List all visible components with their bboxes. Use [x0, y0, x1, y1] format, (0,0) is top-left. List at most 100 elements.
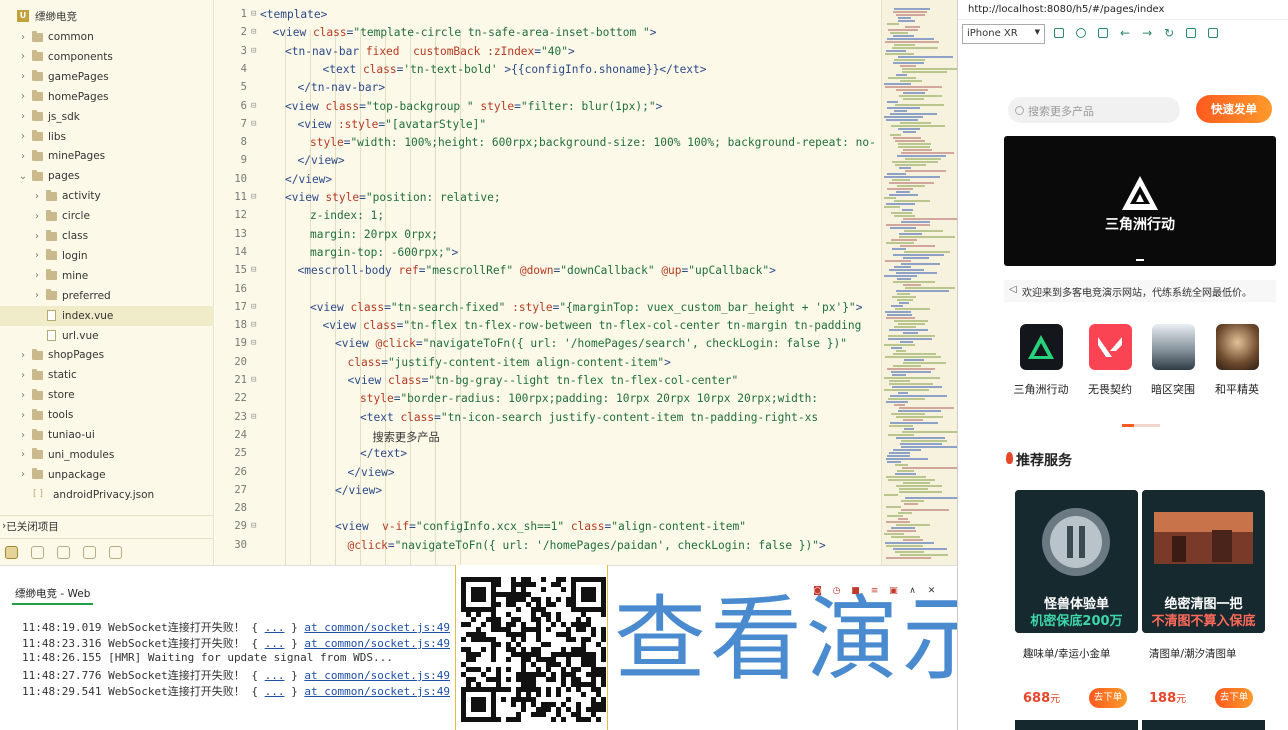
log-object-link[interactable]: ... [265, 637, 285, 650]
code-line[interactable]: <view class="tn-bg-gray--light tn-flex t… [260, 374, 739, 387]
minimap[interactable] [881, 0, 957, 565]
chevron-right-icon[interactable]: › [31, 250, 43, 261]
code-line[interactable]: <tn-nav-bar fixed customBack :zIndex="40… [260, 45, 575, 58]
tree-item[interactable]: › minePages [0, 146, 214, 166]
console-tab[interactable]: 缥缈电竞 - Web [12, 586, 94, 605]
chevron-right-icon[interactable]: › [17, 430, 29, 441]
tree-item[interactable]: ⌄ pages [0, 166, 214, 186]
fold-toggle-icon[interactable]: ⊟ [251, 265, 256, 275]
code-line[interactable]: <view class="tn-flex tn-flex-row-between… [260, 319, 862, 332]
log-source-link[interactable]: at common/socket.js:49 [304, 669, 450, 682]
code-line[interactable]: @click="navigateToFn({ url: '/homePages/… [260, 539, 826, 552]
fold-toggle-icon[interactable]: ⊟ [251, 101, 256, 111]
log-object-link[interactable]: ... [265, 685, 285, 698]
code-line[interactable]: </view> [260, 484, 382, 497]
log-source-link[interactable]: at common/socket.js:49 [304, 637, 450, 650]
fold-toggle-icon[interactable]: ⊟ [251, 338, 256, 348]
code-line[interactable]: <view :style="[avatarStyle]" [260, 118, 487, 131]
tree-item[interactable]: › homePages [0, 87, 214, 107]
fold-toggle-icon[interactable]: ⊟ [251, 9, 256, 19]
code-line[interactable]: <text class="tn-icon-search justify-cont… [260, 411, 818, 424]
chevron-right-icon[interactable]: › [17, 390, 29, 401]
tree-item[interactable]: › gamePages [0, 67, 214, 87]
fold-toggle-icon[interactable]: ⊟ [251, 192, 256, 202]
order-button[interactable]: 去下单 [1089, 688, 1127, 708]
tree-item[interactable]: › login [0, 246, 214, 266]
url-bar[interactable]: http://localhost:8080/h5/#/pages/index [958, 0, 1288, 20]
tree-item[interactable]: › tuniao-ui [0, 425, 214, 445]
fold-toggle-icon[interactable]: ⊟ [251, 27, 256, 37]
game-item[interactable]: 无畏契约 [1080, 324, 1140, 397]
game-item[interactable]: 三角洲行动 [1011, 324, 1071, 397]
chevron-right-icon[interactable]: › [17, 32, 29, 43]
settings-icon[interactable] [1076, 28, 1086, 38]
code-line[interactable]: </text> [260, 447, 407, 460]
tree-item[interactable]: › preferred [0, 286, 214, 306]
tree-item[interactable]: › uni_modules [0, 445, 214, 465]
chevron-right-icon[interactable]: › [17, 51, 29, 62]
tree-item[interactable]: [ ] androidPrivacy.json [0, 485, 214, 505]
service-card[interactable]: 绝密清图一把 不清图不算入保底 [1142, 490, 1265, 633]
tree-item[interactable]: › components [0, 47, 214, 67]
code-line[interactable]: </view> [260, 466, 395, 479]
tree-item[interactable]: index.vue [0, 305, 214, 326]
fold-toggle-icon[interactable]: ⊟ [251, 412, 256, 422]
code-line[interactable]: z-index: 1; [260, 209, 384, 222]
files-tab-icon[interactable] [5, 545, 18, 559]
tree-item[interactable]: › common [0, 27, 214, 47]
tree-item[interactable]: › activity [0, 186, 214, 206]
tree-item[interactable]: url.vue [0, 326, 214, 346]
fold-toggle-icon[interactable]: ⊟ [251, 119, 256, 129]
code-line[interactable]: <template> [260, 8, 327, 21]
quick-order-button[interactable]: 快速发单 [1196, 95, 1272, 123]
screenshot-icon[interactable] [1098, 28, 1108, 38]
chevron-down-icon[interactable]: ⌄ [17, 171, 29, 182]
back-icon[interactable]: ← [1120, 27, 1130, 39]
code-line[interactable]: class="justify-content-item align-conten… [260, 356, 671, 369]
tree-item[interactable]: › tools [0, 405, 214, 425]
refresh-icon[interactable]: ↻ [1164, 27, 1174, 39]
tree-item[interactable]: › js_sdk [0, 107, 214, 127]
code-line[interactable]: </view> [260, 154, 345, 167]
plugins-tab-icon[interactable] [31, 545, 44, 559]
chevron-right-icon[interactable]: › [17, 151, 29, 162]
rotate-icon[interactable] [1054, 28, 1064, 38]
fold-toggle-icon[interactable]: ⊟ [251, 375, 256, 385]
code-line[interactable]: style="width: 100%;height: 600rpx;backgr… [260, 136, 876, 149]
fold-toggle-icon[interactable]: ⊟ [251, 302, 256, 312]
chevron-right-icon[interactable]: › [31, 290, 43, 301]
chevron-right-icon[interactable]: › [17, 71, 29, 82]
chevron-right-icon[interactable]: › [17, 91, 29, 102]
code-line[interactable]: style="border-radius: 100rpx;padding: 10… [260, 392, 818, 405]
chevron-right-icon[interactable]: › [31, 211, 43, 222]
lock-icon[interactable] [1186, 28, 1197, 38]
tree-item[interactable]: › static [0, 365, 214, 385]
code-line[interactable]: </view> [260, 173, 332, 186]
forward-icon[interactable]: → [1142, 27, 1152, 39]
chevron-right-icon[interactable]: › [31, 191, 43, 202]
tree-item[interactable]: › shopPages [0, 345, 214, 365]
tree-item[interactable]: › store [0, 385, 214, 405]
project-root[interactable]: U 缥缈电竞 [0, 7, 214, 25]
tree-item[interactable]: › unpackage [0, 465, 214, 485]
code-line[interactable]: 搜索更多产品 [260, 429, 440, 445]
log-source-link[interactable]: at common/socket.js:49 [304, 621, 450, 634]
chevron-right-icon[interactable]: › [17, 111, 29, 122]
device-select[interactable]: iPhone XR ▼ [962, 24, 1045, 44]
code-line[interactable]: <view style="position: relative; [260, 191, 501, 204]
chevron-right-icon[interactable]: › [17, 370, 29, 381]
chevron-right-icon[interactable]: › [17, 410, 29, 421]
chevron-right-icon[interactable]: › [17, 449, 29, 460]
git-tab-icon[interactable] [109, 545, 122, 559]
cloud-tab-icon[interactable] [83, 545, 96, 559]
code-line[interactable]: <view class="top-backgroup " style="filt… [260, 100, 662, 113]
tree-item[interactable]: › mine [0, 266, 214, 286]
qrcode-icon[interactable] [1208, 28, 1219, 38]
code-line[interactable]: <view v-if="configInfo.xcx_sh==1" class=… [260, 520, 746, 533]
log-source-link[interactable]: at common/socket.js:49 [304, 685, 450, 698]
code-line[interactable]: margin: 20rpx 0rpx; [260, 228, 438, 241]
banner[interactable]: 三角洲行动 [1004, 136, 1276, 266]
log-object-link[interactable]: ... [265, 621, 285, 634]
chevron-right-icon[interactable]: › [31, 270, 43, 281]
service-card[interactable]: 怪兽体验单 机密保底200万 [1015, 490, 1138, 633]
